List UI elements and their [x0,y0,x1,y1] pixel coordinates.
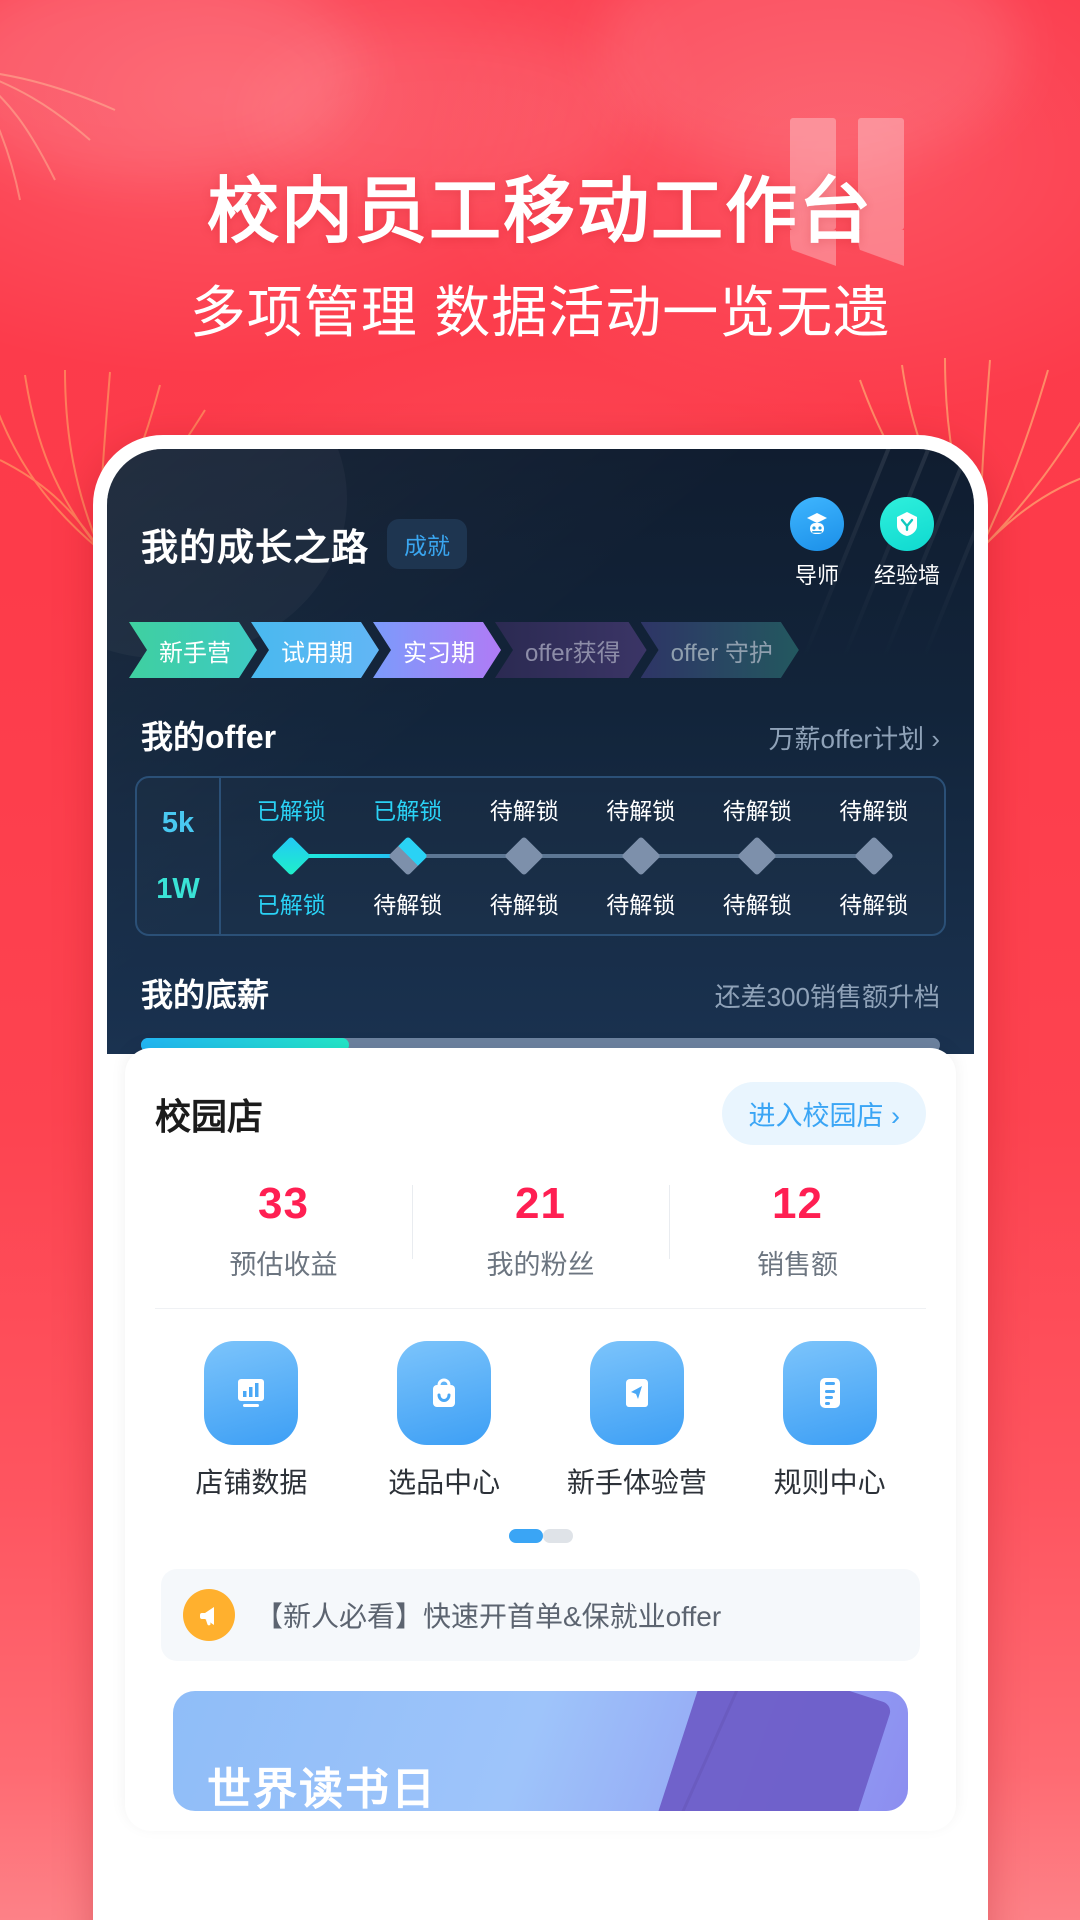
app-shortcut-newbie-camp[interactable]: 新手体验营 [541,1341,734,1501]
chevron-right-icon: › [891,1101,900,1131]
promo-banner[interactable]: 世界读书日 [173,1691,908,1811]
app-title: 我的成长之路 [141,526,369,568]
growth-steps: 新手营 试用期 实习期 offer获得 offer 守护 [129,622,974,678]
salary-section-title: 我的底薪 [141,977,270,1013]
offer-section-title: 我的offer [141,719,277,755]
poster-stage: 校内员工移动工作台 多项管理 数据活动一览无遗 我的成长之路 成就 导师 经验墙… [0,0,1080,1920]
rules-document-icon [782,1341,877,1445]
app-shortcut-label: 新手体验营 [566,1467,707,1498]
offer-node[interactable] [583,836,700,876]
step-item[interactable]: 实习期 [373,622,501,678]
chevron-right-icon: › [931,724,940,754]
header-action-mentor[interactable]: 导师 [789,497,844,590]
shopping-bag-icon [397,1341,492,1445]
offer-state: 待解锁 [489,892,559,918]
chart-document-icon [204,1341,299,1445]
store-stats: 33 预估收益 21 我的粉丝 12 销售额 [155,1179,926,1309]
header-actions: 导师 经验墙 [789,497,940,590]
offer-state: 待解锁 [373,892,443,918]
phone-mockup: 我的成长之路 成就 导师 经验墙 新手营 试用期 实习期 offer获得 off… [93,435,988,1920]
app-header: 我的成长之路 成就 导师 经验墙 [107,449,974,590]
app-shortcut-label: 选品中心 [388,1467,501,1498]
app-grid-pager[interactable] [155,1529,926,1543]
offer-state: 待解锁 [722,798,792,824]
promo-text: 世界读书日 [207,1765,437,1811]
app-shortcut-label: 规则中心 [773,1467,886,1498]
offer-node[interactable] [350,836,467,876]
offer-section-header: 我的offer 万薪offer计划 › [107,712,974,758]
header-action-label: 经验墙 [873,563,940,588]
offer-row-bottom: 已解锁 待解锁 待解锁 待解锁 待解锁 待解锁 [233,886,932,920]
offer-state: 待解锁 [839,892,909,918]
offer-tier-amount: 1W [156,872,200,905]
stat-item[interactable]: 21 我的粉丝 [412,1179,669,1282]
stat-item[interactable]: 12 销售额 [669,1179,926,1282]
offer-state: 待解锁 [722,892,792,918]
app-shortcut-label: 店铺数据 [195,1467,308,1498]
app-screen: 我的成长之路 成就 导师 经验墙 新手营 试用期 实习期 offer获得 off… [107,449,974,1920]
app-shortcut-product-selection[interactable]: 选品中心 [348,1341,541,1501]
offer-state: 待解锁 [489,798,559,824]
step-item[interactable]: offer 守护 [641,622,799,678]
promo-polygon-decoration [653,1691,893,1811]
megaphone-icon [183,1589,235,1641]
stat-value: 33 [258,1179,309,1228]
offer-state: 待解锁 [606,798,676,824]
step-item[interactable]: 试用期 [251,622,379,678]
page-subtitle: 多项管理 数据活动一览无遗 [189,281,891,344]
app-shortcut-rules-center[interactable]: 规则中心 [733,1341,926,1501]
offer-state: 待解锁 [839,798,909,824]
stat-value: 21 [515,1179,566,1228]
offer-nodes [233,836,932,876]
offer-progress-track [233,834,932,878]
offer-node[interactable] [466,836,583,876]
stat-label: 预估收益 [229,1250,338,1280]
header-action-label: 导师 [794,563,839,588]
store-app-grid: 店铺数据 选品中心 新手体验营 规则中心 [155,1341,926,1501]
book-arrow-icon [589,1341,684,1445]
store-title: 校园店 [155,1095,264,1137]
offer-node[interactable] [233,836,350,876]
offer-state: 已解锁 [256,798,326,824]
offer-state: 已解锁 [256,892,326,918]
stat-value: 12 [772,1179,823,1228]
campus-store-card: 校园店 进入校园店 › 33 预估收益 21 我的粉丝 12 销售额 店铺数据 … [125,1048,956,1831]
app-shortcut-shop-data[interactable]: 店铺数据 [155,1341,348,1501]
mentor-icon [789,497,844,551]
offer-node[interactable] [699,836,816,876]
offer-node[interactable] [816,836,933,876]
offer-state: 待解锁 [606,892,676,918]
offer-row-top: 已解锁 已解锁 待解锁 待解锁 待解锁 待解锁 [233,792,932,826]
offer-tier-amount: 5k [161,806,195,839]
offer-node-grid: 已解锁 已解锁 待解锁 待解锁 待解锁 待解锁 已解锁 待解锁 待解锁 待解锁 … [221,778,944,934]
step-item[interactable]: offer获得 [495,622,647,678]
achievement-badge[interactable]: 成就 [387,518,467,569]
header-action-experience-wall[interactable]: 经验墙 [874,497,940,590]
notice-text: 【新人必看】快速开首单&保就业offer [255,1601,722,1632]
offer-plan-link-label: 万薪offer计划 [768,724,925,754]
growth-hero-section: 我的成长之路 成就 导师 经验墙 新手营 试用期 实习期 offer获得 off… [107,449,974,1054]
step-item[interactable]: 新手营 [129,622,257,678]
offer-plan-link[interactable]: 万薪offer计划 › [769,719,940,756]
stat-label: 销售额 [757,1250,838,1280]
enter-store-button[interactable]: 进入校园店 › [722,1082,926,1145]
stat-item[interactable]: 33 预估收益 [155,1179,412,1282]
enter-store-label: 进入校园店 [748,1101,884,1131]
notice-banner[interactable]: 【新人必看】快速开首单&保就业offer [161,1569,920,1661]
stat-label: 我的粉丝 [486,1250,595,1280]
pager-dot[interactable] [542,1529,573,1543]
offer-state: 已解锁 [373,798,443,824]
salary-section-header: 我的底薪 还差300销售额升档 [107,970,974,1016]
offer-tier-amounts: 5k 1W [137,778,221,934]
store-header: 校园店 进入校园店 › [155,1082,926,1145]
offer-board: 5k 1W 已解锁 已解锁 待解锁 待解锁 待解锁 待解锁 已解锁 待解锁 待解… [135,776,946,936]
salary-hint: 还差300销售额升档 [714,982,940,1012]
page-title: 校内员工移动工作台 [206,172,873,252]
experience-wall-icon [879,497,934,551]
pager-dot-active[interactable] [508,1529,543,1543]
